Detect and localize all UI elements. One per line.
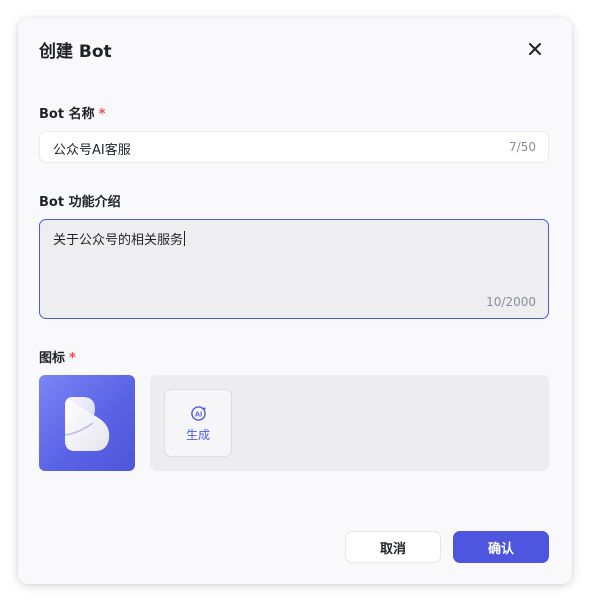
bot-b-logo-icon [64, 397, 110, 451]
icon-options-panel: AI 生成 [150, 375, 549, 471]
bot-description-counter: 10/2000 [486, 295, 536, 309]
ai-sparkle-icon: AI [191, 406, 207, 421]
text-caret [184, 231, 186, 246]
close-icon[interactable] [526, 40, 544, 58]
confirm-button[interactable]: 确认 [453, 531, 549, 563]
bot-icon-preview[interactable] [39, 375, 135, 471]
generate-icon-button[interactable]: AI 生成 [164, 389, 232, 457]
bot-description-label: Bot 功能介绍 [39, 195, 121, 210]
cancel-button[interactable]: 取消 [345, 531, 441, 563]
generate-label: 生成 [185, 428, 210, 442]
icon-label: 图标 * [39, 351, 76, 366]
dialog-title: 创建 Bot [39, 42, 112, 62]
bot-description-value: 关于公众号的相关服务 [53, 231, 186, 248]
bot-name-value: 公众号AI客服 [53, 143, 131, 158]
required-mark: * [69, 351, 76, 366]
bot-name-label: Bot 名称 * [39, 107, 106, 122]
bot-description-textarea[interactable]: 关于公众号的相关服务 10/2000 [39, 219, 549, 319]
bot-name-counter: 7/50 [509, 140, 536, 154]
create-bot-dialog: 创建 Bot Bot 名称 * 公众号AI客服 7/50 Bot 功能介绍 关于公… [18, 18, 572, 584]
bot-name-input[interactable]: 公众号AI客服 7/50 [39, 131, 549, 163]
svg-text:AI: AI [195, 409, 203, 418]
required-mark: * [98, 107, 106, 122]
